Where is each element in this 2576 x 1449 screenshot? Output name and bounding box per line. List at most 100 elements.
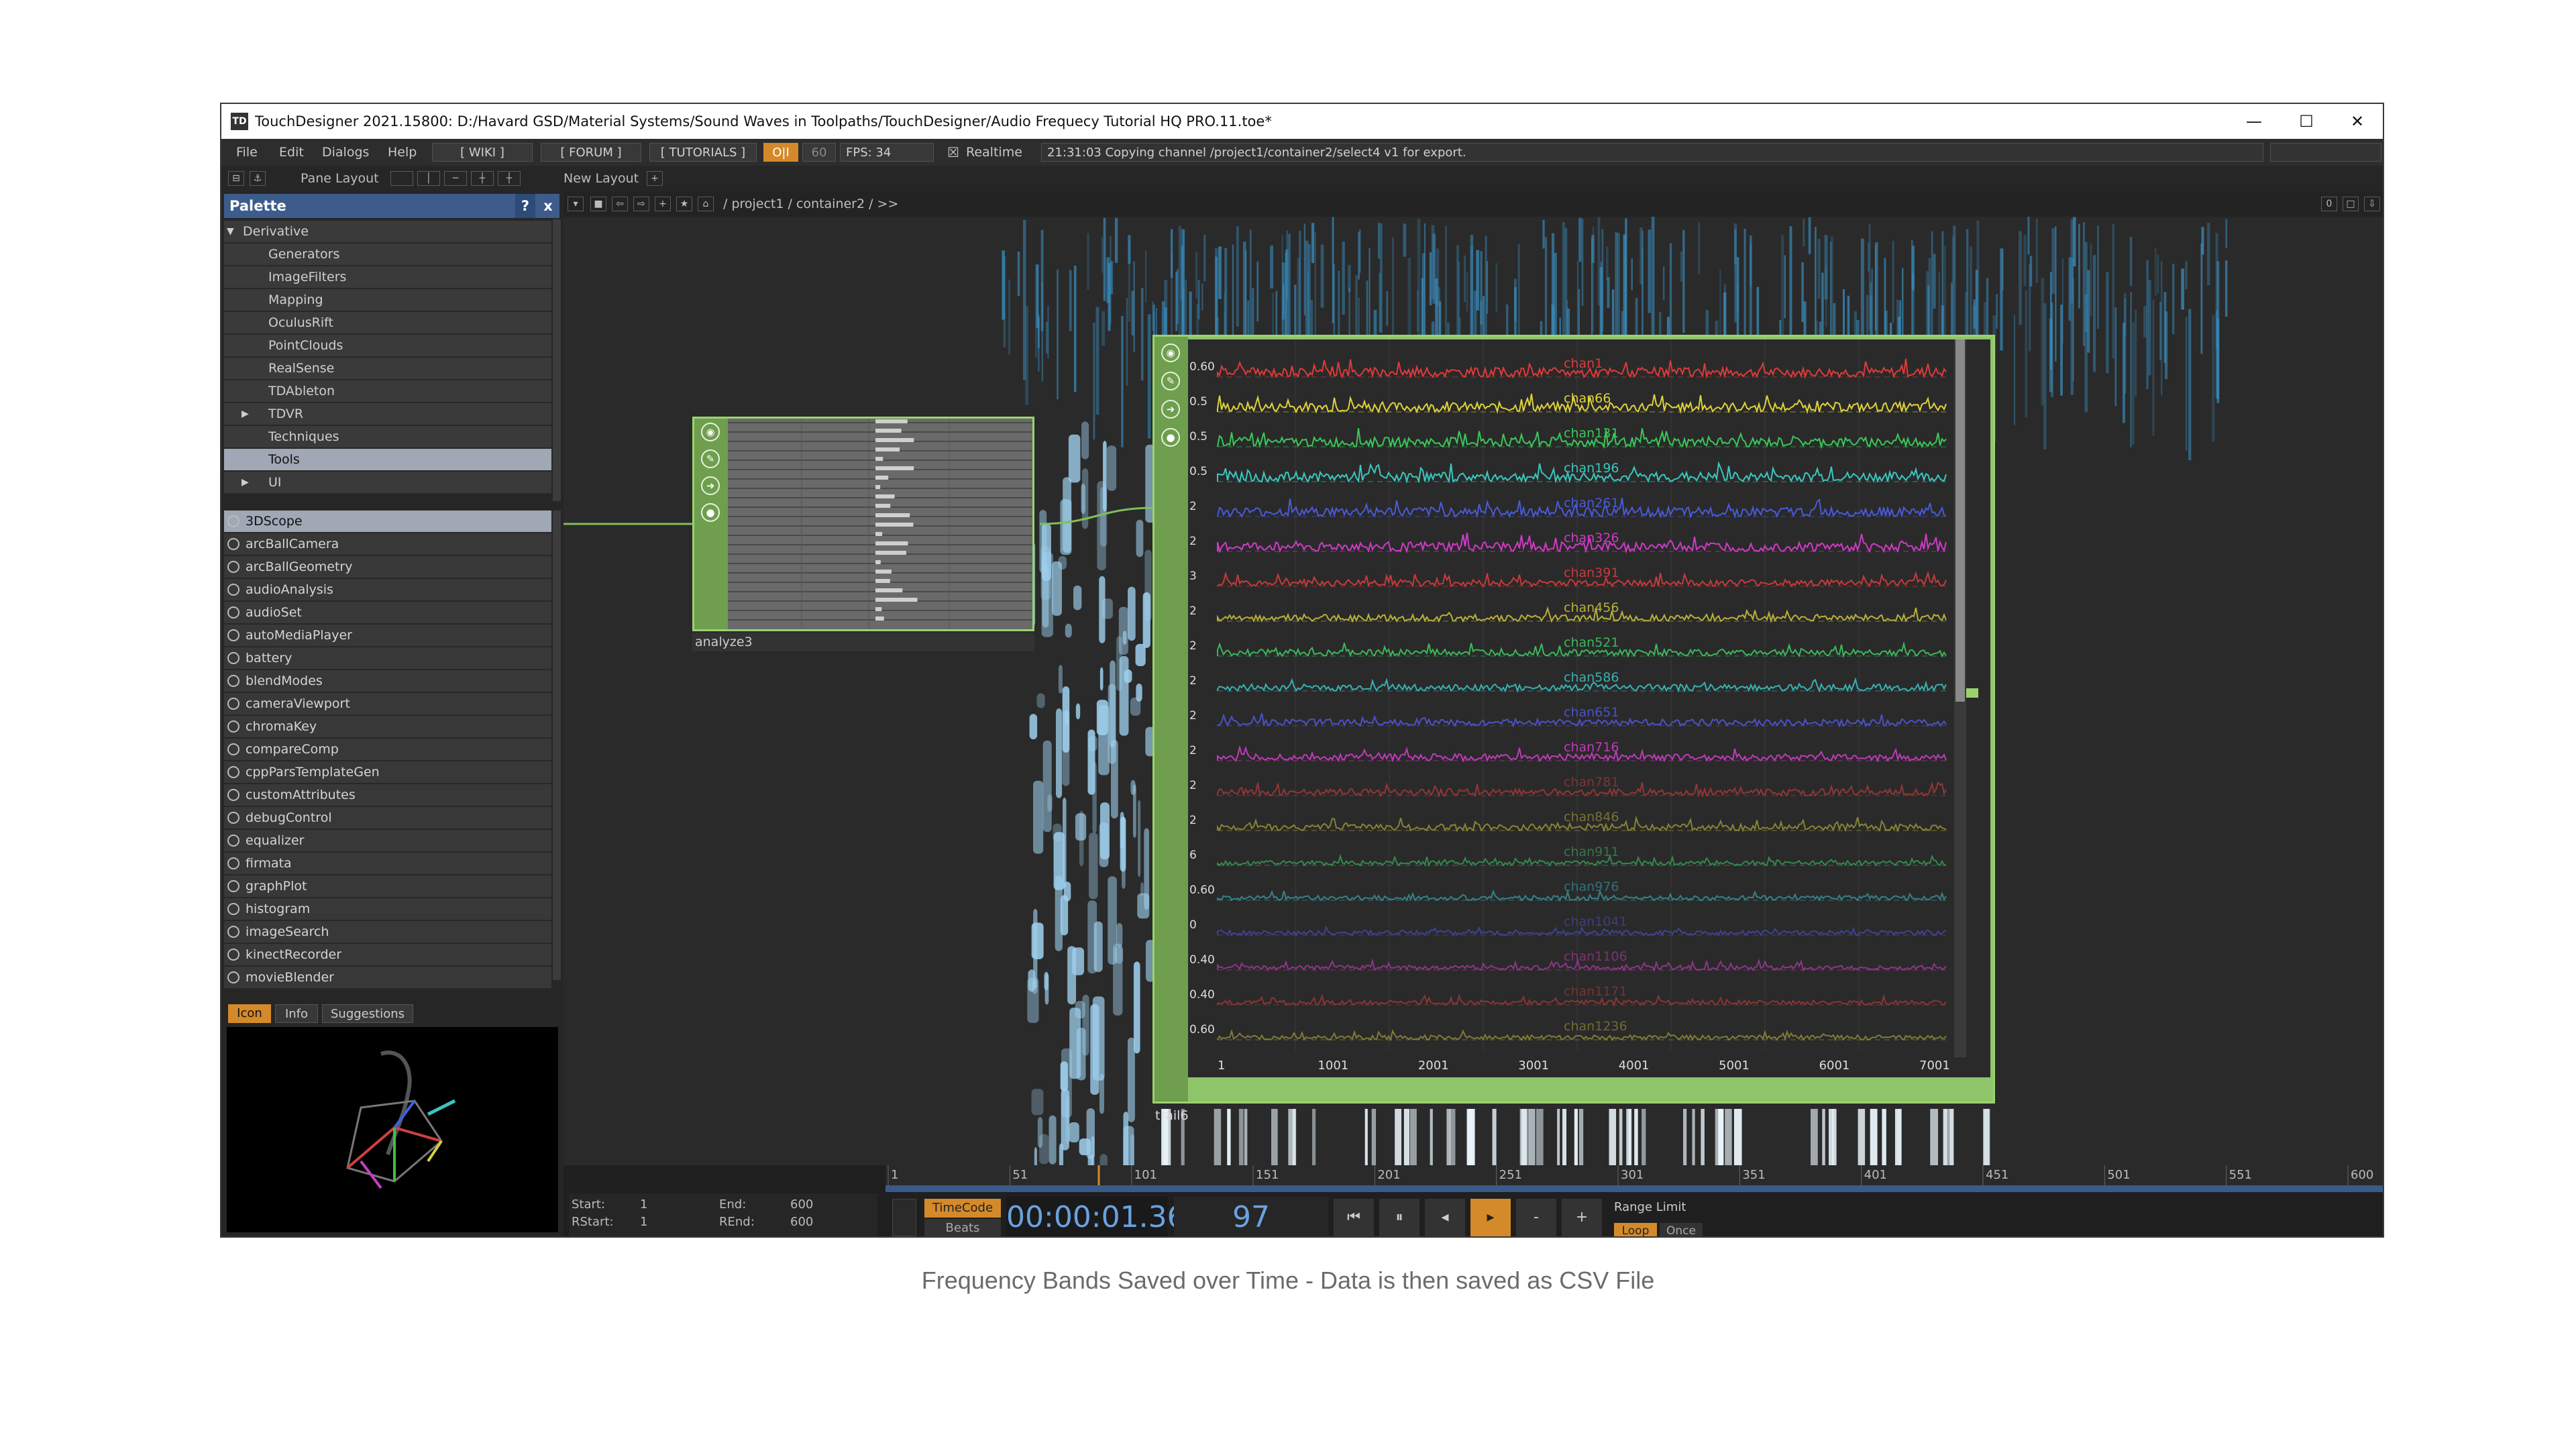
rstart-value[interactable]: 1 xyxy=(640,1215,647,1229)
trail6-label[interactable]: trail6 xyxy=(1152,1106,1995,1125)
palette-folder-tdvr[interactable]: ▶ TDVR xyxy=(224,403,551,425)
component-cameraviewport[interactable]: cameraViewport xyxy=(224,693,551,715)
start-value[interactable]: 1 xyxy=(640,1197,647,1212)
bypass-icon[interactable]: ✎ xyxy=(701,449,720,468)
timecode-mode-button[interactable]: TimeCode xyxy=(924,1199,1001,1218)
collapsed-arrow-icon[interactable]: ▶ xyxy=(241,403,249,425)
timecode-display[interactable]: 00:00:01.36 xyxy=(1006,1196,1186,1236)
timeline-range-slider[interactable] xyxy=(885,1185,2383,1192)
component-list-scrollbar[interactable] xyxy=(553,511,561,980)
component-arcballcamera[interactable]: arcBallCamera xyxy=(224,533,551,555)
end-value[interactable]: 600 xyxy=(790,1197,813,1212)
lock-icon[interactable]: ● xyxy=(701,503,720,522)
loop-button[interactable]: Loop xyxy=(1614,1223,1657,1236)
component-graphplot[interactable]: graphPlot xyxy=(224,875,551,898)
layout-2-icon[interactable]: │ xyxy=(417,171,440,186)
ruler-tick-label: 351 xyxy=(1742,1168,1765,1182)
component-cppparstemplategen[interactable]: cppParsTemplateGen xyxy=(224,761,551,784)
component-audioset[interactable]: audioSet xyxy=(224,602,551,624)
wiki-button[interactable]: [ WIKI ] xyxy=(432,143,533,162)
viewer-icon[interactable]: ◉ xyxy=(1161,343,1180,362)
fps-target[interactable]: 60 xyxy=(802,143,836,162)
palette-close-button[interactable]: x xyxy=(538,194,558,218)
component-equalizer[interactable]: equalizer xyxy=(224,830,551,852)
component-3dscope[interactable]: 3DScope xyxy=(224,511,551,533)
component-chromakey[interactable]: chromaKey xyxy=(224,716,551,738)
palette-folder-derivative[interactable]: ▼ Derivative xyxy=(224,221,551,243)
perform-toggle[interactable]: O|I xyxy=(763,143,798,162)
expand-arrow-icon[interactable]: ▼ xyxy=(227,221,234,243)
step-back-icon[interactable]: ◂ xyxy=(1425,1199,1465,1236)
tab-info[interactable]: Info xyxy=(275,1004,318,1023)
menu-file[interactable]: File xyxy=(236,139,258,166)
analyze3-label[interactable]: analyze3 xyxy=(692,633,1034,651)
palette-folder-ui[interactable]: ▶ UI xyxy=(224,472,551,494)
component-battery[interactable]: battery xyxy=(224,647,551,669)
palette-header: Palette ? x xyxy=(224,194,559,218)
component-firmata[interactable]: firmata xyxy=(224,853,551,875)
window-title: TouchDesigner 2021.15800: D:/Havard GSD/… xyxy=(255,113,1272,129)
tab-icon[interactable]: Icon xyxy=(228,1004,271,1023)
menu-edit[interactable]: Edit xyxy=(279,139,304,166)
palette-folder-techniques[interactable]: Techniques xyxy=(224,426,551,448)
palette-help-button[interactable]: ? xyxy=(515,194,535,218)
layout-1-icon[interactable] xyxy=(390,171,413,186)
lock-icon[interactable]: ● xyxy=(1161,428,1180,447)
component-arcballgeometry[interactable]: arcBallGeometry xyxy=(224,556,551,578)
component-audioanalysis[interactable]: audioAnalysis xyxy=(224,579,551,601)
once-button[interactable]: Once xyxy=(1660,1223,1703,1236)
trail-output-connector[interactable] xyxy=(1966,688,1978,698)
palette-folder-imagefilters[interactable]: ImageFilters xyxy=(224,266,551,288)
palette-tree-scrollbar[interactable] xyxy=(553,219,561,501)
palette-folder-tools[interactable]: Tools xyxy=(224,449,551,471)
forum-button[interactable]: [ FORUM ] xyxy=(541,143,641,162)
play-icon[interactable]: ▸ xyxy=(1470,1199,1511,1236)
component-customattributes[interactable]: customAttributes xyxy=(224,784,551,806)
palette-folder-oculusrift[interactable]: OculusRift xyxy=(224,312,551,334)
export-icon[interactable]: ➜ xyxy=(1161,400,1180,419)
minimize-button[interactable]: — xyxy=(2229,104,2279,139)
rend-value[interactable]: 600 xyxy=(790,1215,813,1229)
palette-folder-mapping[interactable]: Mapping xyxy=(224,289,551,311)
analyze3-node[interactable]: ◉ ✎ ➜ ● xyxy=(692,417,1034,631)
component-movieblender[interactable]: movieBlender xyxy=(224,967,551,989)
trail-scroll-thumb[interactable] xyxy=(1955,339,1965,702)
palette-folder-tdableton[interactable]: TDAbleton xyxy=(224,380,551,402)
frame-display[interactable]: 97 xyxy=(1174,1196,1328,1236)
component-debugcontrol[interactable]: debugControl xyxy=(224,807,551,829)
pane-tools-icon[interactable]: ⚓ xyxy=(250,171,266,186)
palette-folder-realsense[interactable]: RealSense xyxy=(224,358,551,380)
menu-dialogs[interactable]: Dialogs xyxy=(322,139,369,166)
palette-folder-pointclouds[interactable]: PointClouds xyxy=(224,335,551,357)
palette-folder-generators[interactable]: Generators xyxy=(224,244,551,266)
maximize-button[interactable]: ☐ xyxy=(2281,104,2332,139)
timeline-expand-button[interactable] xyxy=(892,1199,916,1236)
plus-icon[interactable]: + xyxy=(1562,1199,1602,1236)
export-icon[interactable]: ➜ xyxy=(701,476,720,495)
component-blendmodes[interactable]: blendModes xyxy=(224,670,551,692)
pane-split-icon[interactable]: ⊟ xyxy=(228,171,244,186)
pause-icon[interactable]: ⏸ xyxy=(1379,1199,1419,1236)
component-comparecomp[interactable]: compareComp xyxy=(224,739,551,761)
trail6-node[interactable]: ◉ ✎ ➜ ● chan1 0.60 chan66 0.5 chan131 0.5 chan… xyxy=(1152,335,1995,1104)
component-icon xyxy=(227,561,239,573)
bypass-icon[interactable]: ✎ xyxy=(1161,372,1180,390)
realtime-checkbox[interactable]: ☒ xyxy=(947,139,959,166)
rewind-icon[interactable]: ⏮ xyxy=(1334,1199,1374,1236)
menu-help[interactable]: Help xyxy=(388,139,417,166)
component-histogram[interactable]: histogram xyxy=(224,898,551,920)
close-button[interactable]: ✕ xyxy=(2332,104,2383,139)
layout-3-icon[interactable]: ─ xyxy=(444,171,467,186)
tab-suggestions[interactable]: Suggestions xyxy=(322,1004,413,1023)
component-kinectrecorder[interactable]: kinectRecorder xyxy=(224,944,551,966)
viewer-icon[interactable]: ◉ xyxy=(701,423,720,441)
tutorials-button[interactable]: [ TUTORIALS ] xyxy=(649,143,757,162)
collapsed-arrow-icon[interactable]: ▶ xyxy=(241,472,249,494)
layout-4-icon[interactable]: ┼ xyxy=(471,171,494,186)
minus-icon[interactable]: - xyxy=(1516,1199,1556,1236)
component-automediaplayer[interactable]: autoMediaPlayer xyxy=(224,625,551,647)
component-imagesearch[interactable]: imageSearch xyxy=(224,921,551,943)
beats-mode-button[interactable]: Beats xyxy=(924,1219,1001,1236)
new-layout-button[interactable]: + xyxy=(647,171,663,186)
layout-5-icon[interactable]: ┼ xyxy=(498,171,521,186)
